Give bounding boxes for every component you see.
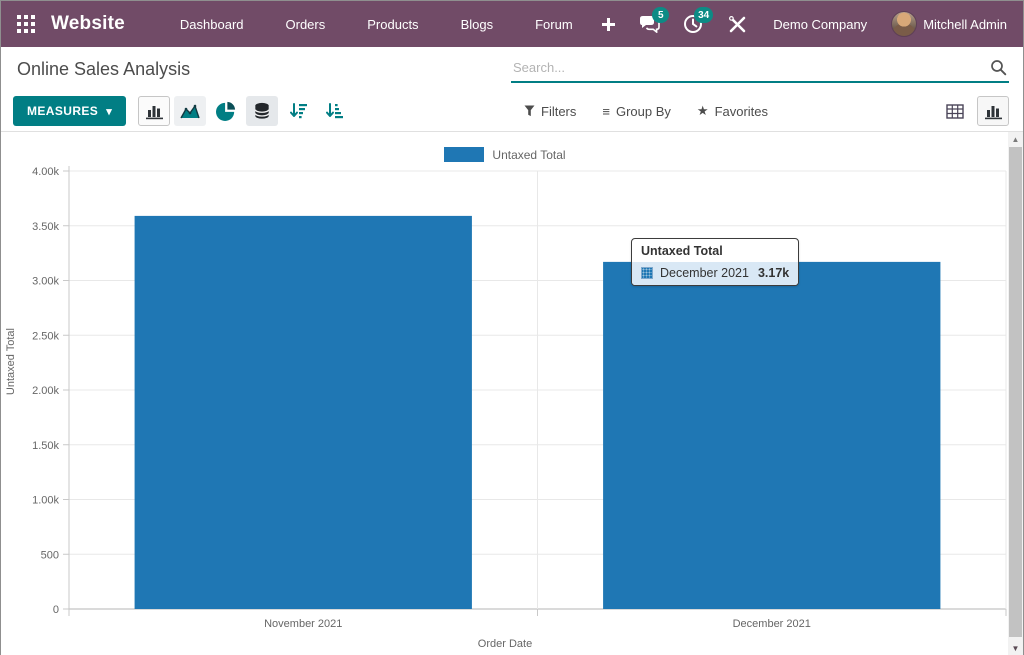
page-title: Online Sales Analysis	[17, 59, 190, 80]
scroll-down-arrow[interactable]: ▼	[1008, 641, 1023, 655]
plus-icon	[602, 18, 615, 31]
measures-dropdown[interactable]: MEASURES ▾	[13, 96, 126, 126]
y-tick-label: 2.50k	[32, 330, 59, 342]
user-avatar	[891, 11, 917, 37]
y-tick-label: 2.00k	[32, 385, 59, 397]
x-axis-title: Order Date	[1, 638, 1009, 650]
scrollbar-thumb[interactable]	[1009, 147, 1022, 637]
y-tick-label: 3.50k	[32, 221, 59, 233]
developer-tools-button[interactable]	[715, 1, 759, 47]
search-input[interactable]	[511, 55, 1009, 83]
favorites-menu[interactable]: ★ Favorites	[689, 97, 776, 125]
y-tick-label: 3.00k	[32, 276, 59, 288]
table-icon	[946, 104, 964, 119]
chart-type-pie-button[interactable]	[210, 96, 242, 126]
y-tick-label: 500	[41, 549, 59, 561]
chart-type-line-button[interactable]	[174, 96, 206, 126]
tooltip-value: 3.17k	[758, 266, 789, 280]
chart-type-bar-button[interactable]	[138, 96, 170, 126]
menu-item-forum[interactable]: Forum	[514, 1, 594, 47]
database-icon	[252, 101, 272, 121]
graph-view-button[interactable]	[977, 96, 1009, 126]
tooltip-row: December 2021 3.17k	[632, 262, 798, 285]
apps-menu-icon[interactable]	[15, 13, 37, 35]
groupby-menu[interactable]: ≡ Group By	[594, 98, 679, 125]
new-content-button[interactable]	[594, 1, 624, 47]
activities-button[interactable]: 34	[671, 1, 715, 47]
messages-button[interactable]: 5	[627, 1, 671, 47]
user-name: Mitchell Admin	[923, 17, 1007, 32]
scroll-up-arrow[interactable]: ▲	[1008, 132, 1023, 147]
bar-chart-icon	[984, 103, 1003, 120]
tools-icon	[729, 16, 746, 33]
main-navbar: Website Dashboard Orders Products Blogs …	[1, 1, 1023, 47]
legend-item-untaxed-total[interactable]: Untaxed Total	[444, 147, 565, 162]
area-chart-icon	[180, 103, 200, 119]
grid-icon	[17, 15, 35, 33]
search-box	[511, 55, 1009, 83]
sort-descending-button[interactable]	[282, 96, 314, 126]
view-toolbar: MEASURES ▾	[1, 91, 1023, 132]
caret-down-icon: ▾	[106, 105, 112, 118]
user-menu[interactable]: Mitchell Admin	[891, 11, 1009, 37]
bar-november-2021[interactable]	[135, 216, 472, 609]
systray: 5 34 Demo Company Mitchell Admin	[627, 1, 1009, 47]
app-window: Website Dashboard Orders Products Blogs …	[0, 0, 1024, 655]
star-icon: ★	[697, 103, 709, 119]
sort-amount-desc-icon	[289, 102, 308, 120]
menu-item-blogs[interactable]: Blogs	[440, 1, 515, 47]
stacked-toggle-button[interactable]	[246, 96, 278, 126]
x-tick-label: December 2021	[733, 618, 811, 630]
view-switcher	[939, 96, 1009, 126]
legend-swatch	[444, 147, 484, 162]
tooltip-label: December 2021	[660, 266, 749, 280]
search-facets: Filters ≡ Group By ★ Favorites	[516, 97, 776, 125]
pivot-view-button[interactable]	[939, 96, 971, 126]
bar-chart-icon	[145, 103, 164, 120]
bar-chart-canvas: 0 500 1.00k 1.50k 2.00k 2.50k 3.00k 3.50k 4.00k N…	[1, 132, 1009, 655]
menu-item-dashboard[interactable]: Dashboard	[159, 1, 265, 47]
menu-item-orders[interactable]: Orders	[265, 1, 347, 47]
y-tick-label: 0	[53, 604, 59, 616]
vertical-scrollbar[interactable]: ▲ ▼	[1008, 132, 1023, 655]
group-by-icon: ≡	[602, 104, 610, 119]
menu-item-products[interactable]: Products	[346, 1, 439, 47]
activities-badge: 34	[694, 7, 713, 23]
app-brand[interactable]: Website	[51, 13, 125, 35]
messages-badge: 5	[652, 7, 669, 23]
y-axis-title: Untaxed Total	[5, 328, 17, 395]
filters-menu[interactable]: Filters	[516, 98, 584, 125]
sort-amount-asc-icon	[325, 102, 344, 120]
y-tick-label: 1.50k	[32, 440, 59, 452]
bar-december-2021[interactable]	[603, 262, 940, 609]
y-tick-label: 4.00k	[32, 166, 59, 178]
chart-tooltip: Untaxed Total December 2021 3.17k	[631, 238, 799, 286]
chart-area: 0 500 1.00k 1.50k 2.00k 2.50k 3.00k 3.50k 4.00k N…	[1, 132, 1023, 655]
x-tick-label: November 2021	[264, 618, 342, 630]
sort-ascending-button[interactable]	[318, 96, 350, 126]
search-icon[interactable]	[990, 59, 1007, 81]
y-tick-label: 1.00k	[32, 495, 59, 507]
main-menu: Dashboard Orders Products Blogs Forum	[159, 1, 624, 47]
pie-chart-icon	[216, 101, 236, 121]
tooltip-title: Untaxed Total	[632, 239, 798, 262]
filter-funnel-icon	[524, 105, 535, 117]
company-switcher[interactable]: Demo Company	[759, 17, 891, 32]
chart-legend: Untaxed Total	[1, 147, 1009, 162]
control-panel-header: Online Sales Analysis	[1, 47, 1023, 91]
tooltip-series-swatch	[641, 267, 653, 279]
